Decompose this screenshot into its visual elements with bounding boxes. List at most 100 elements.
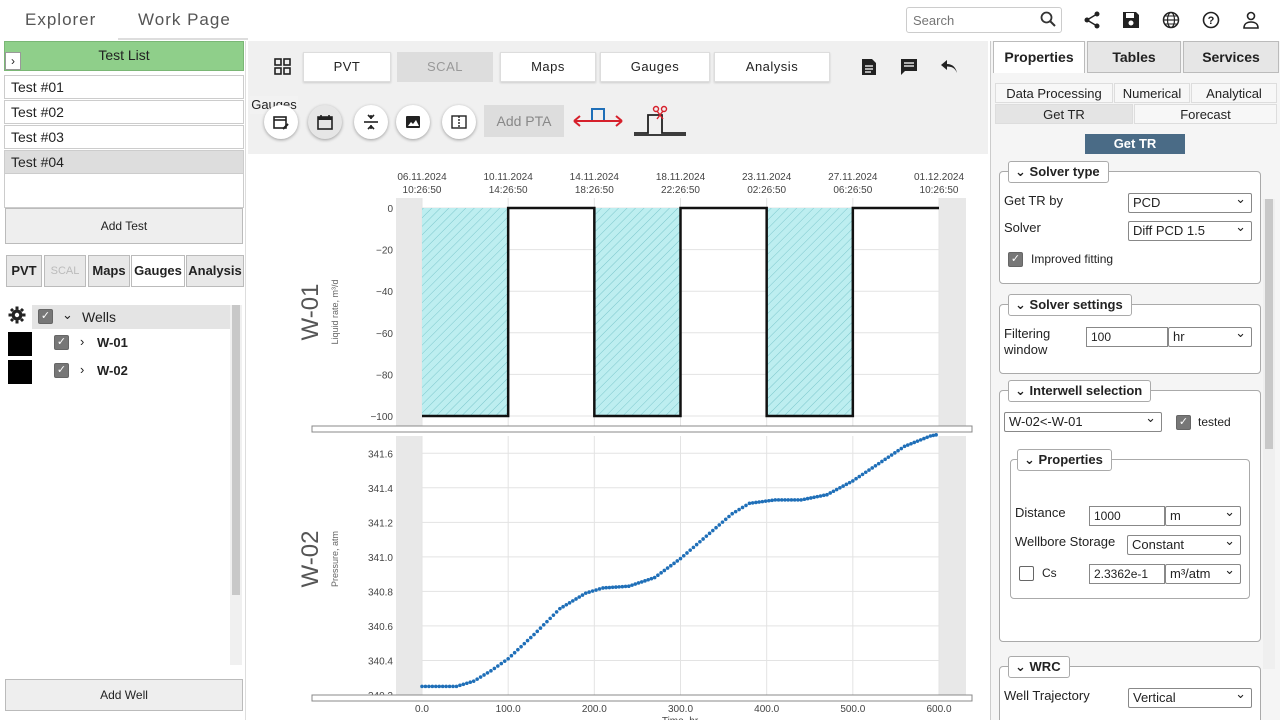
globe-icon[interactable] [1159,8,1183,32]
cs-checkbox[interactable] [1019,566,1034,581]
test-item-04[interactable]: Test #04 [4,150,244,174]
image-button[interactable] [396,105,430,139]
right-tab-properties[interactable]: Properties [993,41,1085,73]
scrollbar-thumb[interactable] [1265,199,1273,449]
wells-root-row[interactable]: ✓ ⌄ Wells [32,305,232,329]
well-color-swatch[interactable] [8,360,32,384]
well-trajectory-select[interactable]: Vertical [1128,685,1252,708]
filtering-unit-select[interactable]: hr [1168,324,1252,347]
help-icon[interactable]: ? [1199,8,1223,32]
gear-icon[interactable] [8,306,26,327]
pressure-point [659,571,663,575]
tested-checkbox[interactable]: ✓ [1176,415,1191,430]
rate-well-label: W-01 [297,284,324,341]
add-well-button[interactable]: Add Well [5,679,243,711]
right-tab-services[interactable]: Services [1183,41,1279,73]
main-tab-gauges[interactable]: Gauges [600,52,710,82]
cut-step-icon[interactable] [632,105,688,140]
subtab-numerical[interactable]: Numerical [1114,83,1190,103]
pressure-point [922,436,926,441]
split-button[interactable] [442,105,476,139]
wrc-title[interactable]: ⌄ WRC [1008,656,1070,678]
solver-type-title[interactable]: ⌄ Solver type [1008,161,1109,183]
grid-icon[interactable] [274,58,291,78]
distance-input[interactable]: 1000 [1089,506,1165,526]
main-tab-maps[interactable]: Maps [500,52,596,82]
time-tick-label: 10:26:50 [920,185,959,196]
share-icon[interactable] [1080,8,1104,32]
add-pta-button[interactable]: Add PTA [484,105,564,137]
pressure-point [597,587,602,591]
time-tick-label: 14:26:50 [489,185,528,196]
document-icon[interactable] [861,58,877,79]
well-w01-label[interactable]: W-01 [97,335,128,350]
well-w02-label[interactable]: W-02 [97,363,128,378]
gauge-charts[interactable]: 0 −20 −40 −60 −80 −100 06.11.2024 10:26:50 10.11… [248,154,988,723]
undo-icon[interactable] [940,59,958,78]
pressure-point [915,439,920,443]
save-icon[interactable] [1119,8,1143,32]
pressure-point [821,493,826,498]
tab-work-page[interactable]: Work Page [138,10,231,30]
get-tr-by-select[interactable]: PCD [1128,190,1252,213]
main-tab-scal[interactable]: SCAL [397,52,493,82]
add-test-button[interactable]: Add Test [5,208,243,244]
cs-input[interactable]: 2.3362e-1 [1089,564,1165,584]
wellbore-storage-select[interactable]: Constant [1127,532,1241,555]
distance-unit-select[interactable]: m [1165,503,1241,526]
tree-scrollbar[interactable] [230,305,242,665]
left-tab-pvt[interactable]: PVT [6,255,42,287]
filtering-window-input[interactable]: 100 [1086,327,1168,347]
edit-gauge-button[interactable] [264,105,298,139]
search-icon[interactable] [1040,11,1056,30]
calendar-button[interactable] [308,105,342,139]
chevron-right-icon[interactable]: › [80,334,84,349]
left-tab-gauges[interactable]: Gauges [131,255,185,287]
chevron-right-icon[interactable]: › [80,362,84,377]
arrows-split-icon[interactable] [570,105,626,140]
interwell-title[interactable]: ⌄ Interwell selection [1008,380,1152,402]
left-tab-analysis[interactable]: Analysis [186,255,244,287]
test-item-01[interactable]: Test #01 [4,75,244,99]
left-tab-scal[interactable]: SCAL [44,255,86,287]
main-tab-pvt[interactable]: PVT [303,52,391,82]
improved-fitting-checkbox[interactable]: ✓ [1008,252,1023,267]
interwell-pair-select[interactable]: W-02<-W-01 [1004,409,1162,432]
pressure-point [802,497,807,502]
well-color-swatch[interactable] [8,332,32,356]
wells-root-checkbox[interactable]: ✓ [38,309,53,324]
main-tab-analysis[interactable]: Analysis [714,52,830,82]
collapse-left-button[interactable]: › [5,52,21,70]
pressure-point [496,664,500,668]
pressure-point [558,606,562,611]
subtab-forecast[interactable]: Forecast [1134,104,1277,124]
test-item-02[interactable]: Test #02 [4,100,244,124]
properties-title[interactable]: ⌄ Properties [1017,449,1112,471]
properties-scroll[interactable]: ⌄ Solver type Get TR by PCD Solver Diff … [993,159,1277,720]
pressure-point [545,619,549,624]
subtab-get-tr[interactable]: Get TR [995,104,1133,124]
compress-button[interactable] [354,105,388,139]
properties-scrollbar[interactable] [1263,199,1275,669]
calendar-icon [317,115,333,130]
tab-explorer[interactable]: Explorer [25,10,96,30]
search-input[interactable] [906,7,1062,33]
user-icon[interactable] [1239,8,1263,32]
subtab-analytical[interactable]: Analytical [1191,83,1277,103]
test-item-03[interactable]: Test #03 [4,125,244,149]
comment-icon[interactable] [900,58,918,79]
get-tr-button[interactable]: Get TR [1085,134,1185,154]
well-w01-checkbox[interactable]: ✓ [54,335,69,350]
scrollbar-thumb[interactable] [232,305,240,595]
cs-unit-select[interactable]: m³/atm [1165,561,1241,584]
left-tab-maps[interactable]: Maps [88,255,130,287]
solver-select[interactable]: Diff PCD 1.5 [1128,218,1252,241]
well-w02-checkbox[interactable]: ✓ [54,363,69,378]
chevron-down-icon[interactable]: ⌄ [62,307,73,323]
solver-settings-title[interactable]: ⌄ Solver settings [1008,294,1132,316]
chart-area[interactable]: 0 −20 −40 −60 −80 −100 06.11.2024 10:26:50 10.11… [248,154,988,723]
subtab-data-processing[interactable]: Data Processing [995,83,1113,103]
pressure-y-tick-label: 340.8 [368,587,393,598]
right-tab-tables[interactable]: Tables [1087,41,1181,73]
pressure-point [796,498,800,502]
